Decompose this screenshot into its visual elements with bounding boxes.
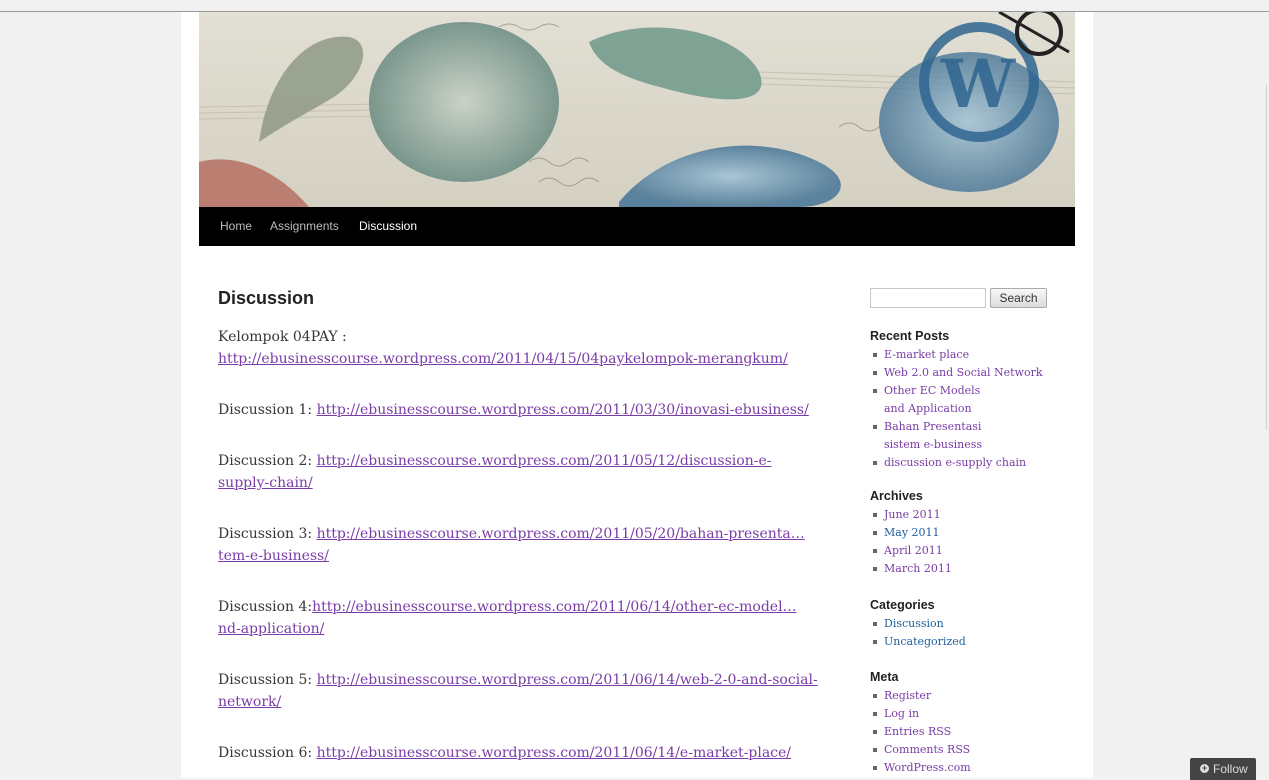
list-item: Entries RSS: [870, 723, 1070, 741]
plus-icon: +: [1200, 763, 1209, 773]
entry-prefix: Kelompok 04PAY :: [218, 329, 347, 345]
entry-prefix: Discussion 6:: [218, 745, 317, 761]
meta-link[interactable]: Comments RSS: [884, 743, 970, 756]
entry-discussion-4: Discussion 4:http://ebusinesscourse.word…: [218, 596, 818, 640]
nav-discussion[interactable]: Discussion: [359, 207, 417, 246]
svg-text:W: W: [940, 45, 1016, 123]
page-title: Discussion: [218, 288, 315, 308]
entry-discussion-3: Discussion 3: http://ebusinesscourse.wor…: [218, 523, 818, 567]
archive-link[interactable]: March 2011: [884, 562, 952, 575]
list-item: Uncategorized: [870, 633, 1070, 651]
list-item: Register: [870, 687, 1070, 705]
nav-home[interactable]: Home: [220, 207, 252, 246]
header-image[interactable]: W: [199, 12, 1075, 207]
meta-list: Register Log in Entries RSS Comments RSS…: [870, 687, 1070, 777]
list-item: E-market place: [870, 346, 1070, 364]
entry-link[interactable]: http://ebusinesscourse.wordpress.com/201…: [317, 402, 809, 418]
recent-post-link[interactable]: Web 2.0 and Social Network: [884, 366, 1043, 379]
list-item: June 2011: [870, 506, 1070, 524]
scrollbar-edge: [1266, 85, 1267, 430]
list-item: March 2011: [870, 560, 1070, 578]
entry-prefix: Discussion 2:: [218, 453, 317, 469]
list-item: Comments RSS: [870, 741, 1070, 759]
recent-post-link[interactable]: Other EC Models and Application: [884, 384, 980, 415]
recent-posts-list: E-market place Web 2.0 and Social Networ…: [870, 346, 1070, 472]
follow-button[interactable]: + Follow: [1190, 758, 1256, 780]
recent-posts-title: Recent Posts: [870, 329, 950, 343]
category-link[interactable]: Uncategorized: [884, 635, 966, 648]
search-button[interactable]: Search: [990, 288, 1047, 308]
meta-link[interactable]: Log in: [884, 707, 919, 720]
archives-list: June 2011 May 2011 April 2011 March 2011: [870, 506, 1070, 578]
list-item: Web 2.0 and Social Network: [870, 364, 1070, 382]
page-container: W Home Assignments Discussion Discussion…: [181, 12, 1093, 778]
list-item: Log in: [870, 705, 1070, 723]
archives-title: Archives: [870, 489, 923, 503]
recent-post-line: and Application: [884, 402, 972, 415]
meta-link[interactable]: WordPress.com: [884, 761, 971, 774]
entry-link[interactable]: http://ebusinesscourse.wordpress.com/201…: [218, 351, 788, 367]
entry-discussion-6: Discussion 6: http://ebusinesscourse.wor…: [218, 742, 818, 764]
entry-discussion-2: Discussion 2: http://ebusinesscourse.wor…: [218, 450, 818, 494]
entry-prefix: Discussion 4:: [218, 599, 313, 615]
entry-discussion-1: Discussion 1: http://ebusinesscourse.wor…: [218, 399, 818, 421]
meta-link[interactable]: Entries RSS: [884, 725, 951, 738]
archive-link[interactable]: May 2011: [884, 526, 940, 539]
recent-post-link[interactable]: Bahan Presentasi sistem e-business: [884, 420, 982, 451]
list-item: April 2011: [870, 542, 1070, 560]
list-item: Discussion: [870, 615, 1070, 633]
recent-post-line: Bahan Presentasi: [884, 420, 982, 433]
main-navigation: Home Assignments Discussion: [199, 207, 1075, 246]
list-item: WordPress.com: [870, 759, 1070, 777]
recent-post-link[interactable]: E-market place: [884, 348, 969, 361]
entry-link[interactable]: http://ebusinesscourse.wordpress.com/201…: [317, 745, 791, 761]
meta-title: Meta: [870, 670, 899, 684]
list-item: May 2011: [870, 524, 1070, 542]
nav-assignments[interactable]: Assignments: [270, 207, 339, 246]
archive-link[interactable]: April 2011: [884, 544, 943, 557]
category-link[interactable]: Discussion: [884, 617, 944, 630]
list-item: Bahan Presentasi sistem e-business: [870, 418, 1070, 454]
list-item: Other EC Models and Application: [870, 382, 1070, 418]
follow-label: Follow: [1213, 762, 1248, 776]
entry-prefix: Discussion 5:: [218, 672, 317, 688]
meta-link[interactable]: Register: [884, 689, 931, 702]
recent-post-link[interactable]: discussion e-supply chain: [884, 456, 1026, 469]
search-input[interactable]: [870, 288, 986, 308]
categories-list: Discussion Uncategorized: [870, 615, 1070, 651]
recent-post-line: Other EC Models: [884, 384, 981, 397]
list-item: discussion e-supply chain: [870, 454, 1070, 472]
archive-link[interactable]: June 2011: [884, 508, 941, 521]
entry-discussion-5: Discussion 5: http://ebusinesscourse.wor…: [218, 669, 818, 713]
entry-prefix: Discussion 1:: [218, 402, 317, 418]
recent-post-line: sistem e-business: [884, 438, 983, 451]
categories-title: Categories: [870, 598, 935, 612]
entry-kelompok: Kelompok 04PAY : http://ebusinesscourse.…: [218, 326, 818, 370]
entry-prefix: Discussion 3:: [218, 526, 317, 542]
